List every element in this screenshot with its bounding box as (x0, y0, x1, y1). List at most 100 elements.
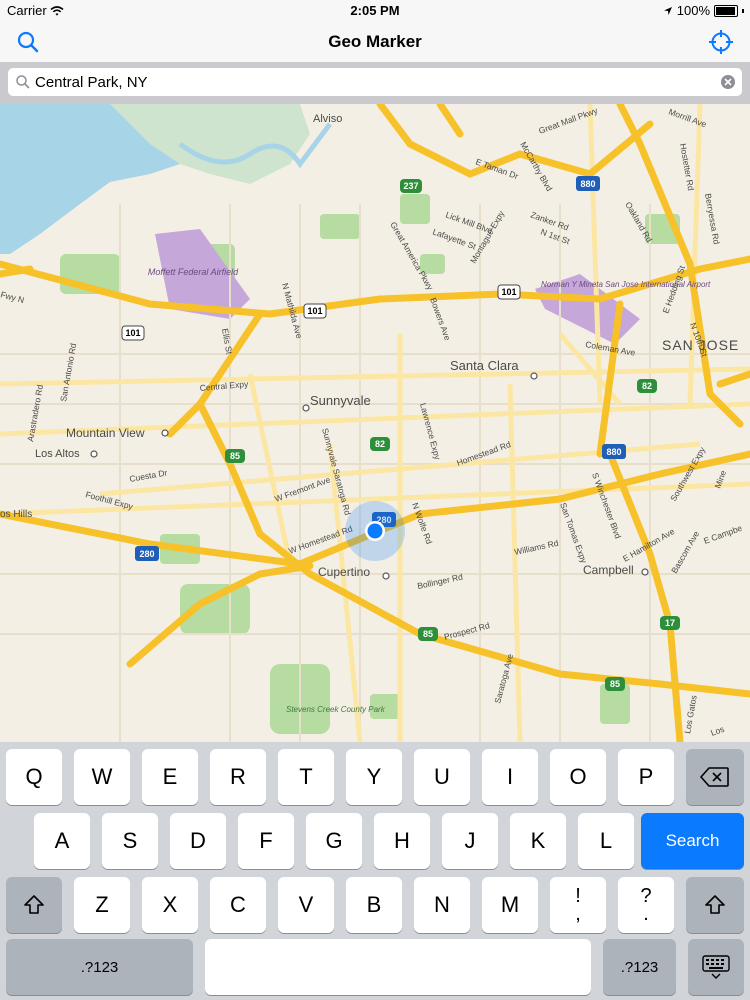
park (400, 194, 430, 224)
street-label: N Wolfe Rd (410, 501, 434, 545)
park (320, 214, 360, 239)
location-arrow-icon (663, 6, 672, 15)
navigation-bar: Geo Marker (0, 22, 750, 62)
key-l[interactable]: L (578, 813, 634, 869)
key-v[interactable]: V (278, 877, 334, 933)
place-label: os Hills (0, 509, 32, 520)
delete-key[interactable] (686, 749, 744, 805)
airfield-label: Moffett Federal Airfield (148, 267, 239, 277)
key-q[interactable]: Q (6, 749, 62, 805)
search-key[interactable]: Search (641, 813, 744, 869)
locate-icon (709, 30, 733, 54)
shield-17: 17 (665, 618, 675, 628)
key-o[interactable]: O (550, 749, 606, 805)
magnifier-icon (16, 75, 30, 89)
key-f[interactable]: F (238, 813, 294, 869)
map-view[interactable]: 101 101 101 237 880 880 82 82 85 85 85 2… (0, 104, 750, 742)
shield-280: 280 (139, 549, 154, 559)
shield-237: 237 (403, 181, 418, 191)
space-key[interactable] (205, 939, 591, 995)
map-canvas[interactable]: 101 101 101 237 880 880 82 82 85 85 85 2… (0, 104, 750, 742)
key-j[interactable]: J (442, 813, 498, 869)
key-bottom-char: . (643, 903, 649, 925)
dismiss-keyboard-key[interactable] (688, 939, 744, 995)
shield-101: 101 (125, 328, 140, 338)
key-x[interactable]: X (142, 877, 198, 933)
key-e[interactable]: E (142, 749, 198, 805)
arterial-roads (0, 104, 750, 742)
key-w[interactable]: W (74, 749, 130, 805)
shift-key-left[interactable] (6, 877, 62, 933)
street-label: Los Gatos (682, 694, 699, 734)
key-d[interactable]: D (170, 813, 226, 869)
key-b[interactable]: B (346, 877, 402, 933)
key-k[interactable]: K (510, 813, 566, 869)
shield-880: 880 (606, 447, 621, 457)
street-label: Berryessa Rd (703, 193, 722, 246)
shield-85: 85 (423, 629, 433, 639)
search-input[interactable] (35, 70, 715, 94)
key-exclamation-comma[interactable]: !, (550, 877, 606, 933)
place-label: Campbell (583, 563, 634, 577)
freeways (0, 104, 750, 742)
clear-text-icon[interactable] (720, 74, 736, 90)
shield-85: 85 (230, 451, 240, 461)
keyboard: Q W E R T Y U I O P A S D F G H J K L Se… (0, 742, 750, 1000)
street-label: Lawrence Expy (418, 402, 443, 461)
search-bar (0, 62, 750, 104)
street-label: Hostetter Rd (678, 143, 696, 192)
key-question-period[interactable]: ?. (618, 877, 674, 933)
page-title: Geo Marker (328, 32, 422, 51)
shield-101: 101 (307, 306, 322, 316)
street-label: Ellis St (220, 328, 234, 356)
airport-label: Norman Y Mineta San Jose International A… (541, 280, 711, 289)
shift-icon (24, 895, 44, 914)
key-i[interactable]: I (482, 749, 538, 805)
status-right: 100% (663, 3, 744, 18)
key-r[interactable]: R (210, 749, 266, 805)
street-label: E Campbe (702, 523, 743, 546)
street-label: San Tomas Expy (558, 501, 589, 565)
park-label: Stevens Creek County Park (286, 705, 386, 714)
key-t[interactable]: T (278, 749, 334, 805)
key-bottom-char: , (575, 903, 581, 925)
key-c[interactable]: C (210, 877, 266, 933)
key-g[interactable]: G (306, 813, 362, 869)
street-label: W Homestead Rd (287, 523, 354, 555)
street-label: Saratoga Ave (492, 653, 515, 705)
status-time: 2:05 PM (350, 3, 400, 18)
numbers-key-right[interactable]: .?123 (603, 939, 676, 995)
street-label: Los (709, 724, 725, 738)
street-label: Montague Expy (468, 208, 507, 265)
place-label: Cupertino (318, 565, 370, 579)
key-z[interactable]: Z (74, 877, 130, 933)
place-label: Mountain View (66, 426, 145, 440)
battery-icon (714, 4, 738, 17)
key-n[interactable]: N (414, 877, 470, 933)
shield-85: 85 (610, 679, 620, 689)
street-label: Fwy N (0, 289, 25, 305)
search-field[interactable] (8, 68, 742, 96)
shift-key-right[interactable] (686, 877, 744, 933)
key-a[interactable]: A (34, 813, 90, 869)
street-label: Prospect Rd (443, 620, 491, 642)
place-label: Alviso (313, 113, 342, 125)
locate-button[interactable] (707, 28, 735, 56)
key-m[interactable]: M (482, 877, 538, 933)
street-label: Bowers Ave (428, 296, 453, 342)
shield-880: 880 (580, 179, 595, 189)
place-label: Sunnyvale (310, 393, 371, 408)
key-s[interactable]: S (102, 813, 158, 869)
battery-percent: 100% (676, 3, 710, 18)
key-h[interactable]: H (374, 813, 430, 869)
key-p[interactable]: P (618, 749, 674, 805)
numbers-key-left[interactable]: .?123 (6, 939, 193, 995)
street-label: Cuesta Dr (129, 467, 169, 484)
key-u[interactable]: U (414, 749, 470, 805)
shield-101: 101 (501, 287, 516, 297)
key-y[interactable]: Y (346, 749, 402, 805)
battery-tip (742, 8, 744, 13)
current-location-dot[interactable] (367, 523, 383, 539)
place-label: Santa Clara (450, 358, 519, 373)
place-label: Los Altos (35, 448, 80, 460)
